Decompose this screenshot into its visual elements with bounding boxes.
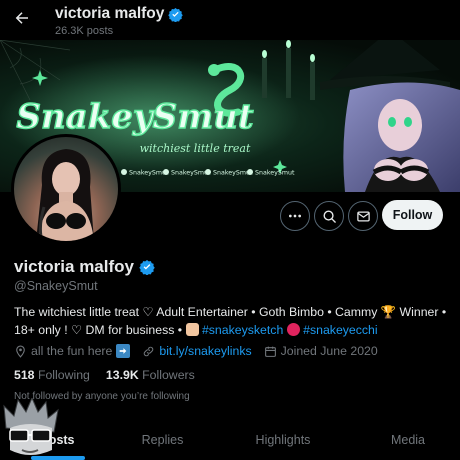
message-button[interactable] [348, 201, 378, 231]
banner-social-label: SnakeySmut [255, 170, 295, 177]
follow-button[interactable]: Follow [382, 200, 443, 230]
glasses-character-icon [3, 396, 59, 455]
following-link[interactable]: 518 Following [14, 368, 90, 382]
post-count: 26.3K posts [55, 25, 114, 37]
top-bar: victoria malfoy 26.3K posts [0, 0, 460, 40]
banner-social-label: SnakeySmut [213, 170, 253, 177]
palette-emoji-icon [185, 323, 199, 336]
joined-item: Joined June 2020 [264, 344, 378, 358]
followers-count: 13.9K [105, 368, 139, 382]
tab-highlights[interactable]: Highlights [210, 420, 356, 460]
verified-badge-icon [168, 7, 184, 22]
tab-label: Highlights [255, 433, 311, 447]
header-title: victoria malfoy [55, 5, 165, 22]
more-button[interactable] [280, 201, 310, 231]
banner-social-label: SnakeySmut [129, 170, 169, 177]
hashtag-link[interactable]: #snakeysketch [202, 323, 283, 337]
back-button[interactable] [8, 4, 36, 32]
tab-label: Media [390, 433, 426, 447]
follow-stats: 518 Following 13.9K Followers [14, 368, 195, 382]
profile-handle: @SnakeySmut [14, 279, 98, 293]
followers-link[interactable]: 13.9K Followers [106, 368, 195, 382]
witch-illustration [320, 40, 460, 192]
location-text: all the fun here [31, 344, 113, 358]
more-horizontal-icon [289, 214, 301, 218]
followers-label: Followers [142, 368, 195, 382]
search-posts-button[interactable] [314, 201, 344, 231]
location-item: all the fun here [14, 344, 131, 358]
profile-tabs: Posts Replies Highlights Media [0, 420, 460, 460]
arrow-right-emoji-icon [116, 344, 131, 358]
website-link[interactable]: bit.ly/snakeylinks [159, 344, 251, 358]
display-name-text: victoria malfoy [14, 257, 134, 276]
following-label: Following [37, 368, 90, 382]
overlay-character-avatar [0, 396, 60, 460]
header-name: victoria malfoy [55, 5, 184, 23]
profile-avatar[interactable] [11, 134, 121, 244]
search-icon [323, 210, 336, 223]
verified-badge-icon[interactable] [139, 259, 155, 275]
banner-tagline: witchiest little treat [140, 142, 251, 155]
envelope-icon [356, 211, 370, 221]
banner-socials: SnakeySmut SnakeySmut SnakeySmut SnakeyS… [121, 169, 295, 177]
arrow-left-icon [15, 12, 28, 24]
banner-social-label: SnakeySmut [171, 170, 211, 177]
location-pin-icon [16, 345, 25, 358]
calendar-icon [264, 346, 276, 357]
profile-name: victoria malfoy [14, 257, 155, 277]
following-count: 518 [14, 368, 35, 382]
joined-text: Joined June 2020 [280, 344, 378, 358]
website-item[interactable]: bit.ly/snakeylinks [142, 344, 252, 358]
profile-meta: all the fun here bit.ly/snakeylinks Join… [14, 343, 390, 359]
bio-line-2: 18+ only ! ♡ DM for business • #snakeysk… [14, 321, 450, 339]
tab-replies[interactable]: Replies [115, 420, 210, 460]
bio-line-1: The witchiest little treat ♡ Adult Enter… [14, 305, 447, 319]
link-icon [144, 346, 154, 356]
hashtag-link[interactable]: #snakeyecchi [303, 323, 378, 337]
banner-brand-text: SnakeySmut [16, 97, 253, 137]
tab-media[interactable]: Media [356, 420, 460, 460]
bio-line-2-text: 18+ only ! ♡ DM for business • [14, 323, 186, 337]
tab-label: Replies [141, 433, 184, 447]
eighteen-plus-emoji-icon [286, 323, 300, 336]
avatar-photo [36, 149, 94, 241]
profile-bio: The witchiest little treat ♡ Adult Enter… [14, 303, 450, 339]
